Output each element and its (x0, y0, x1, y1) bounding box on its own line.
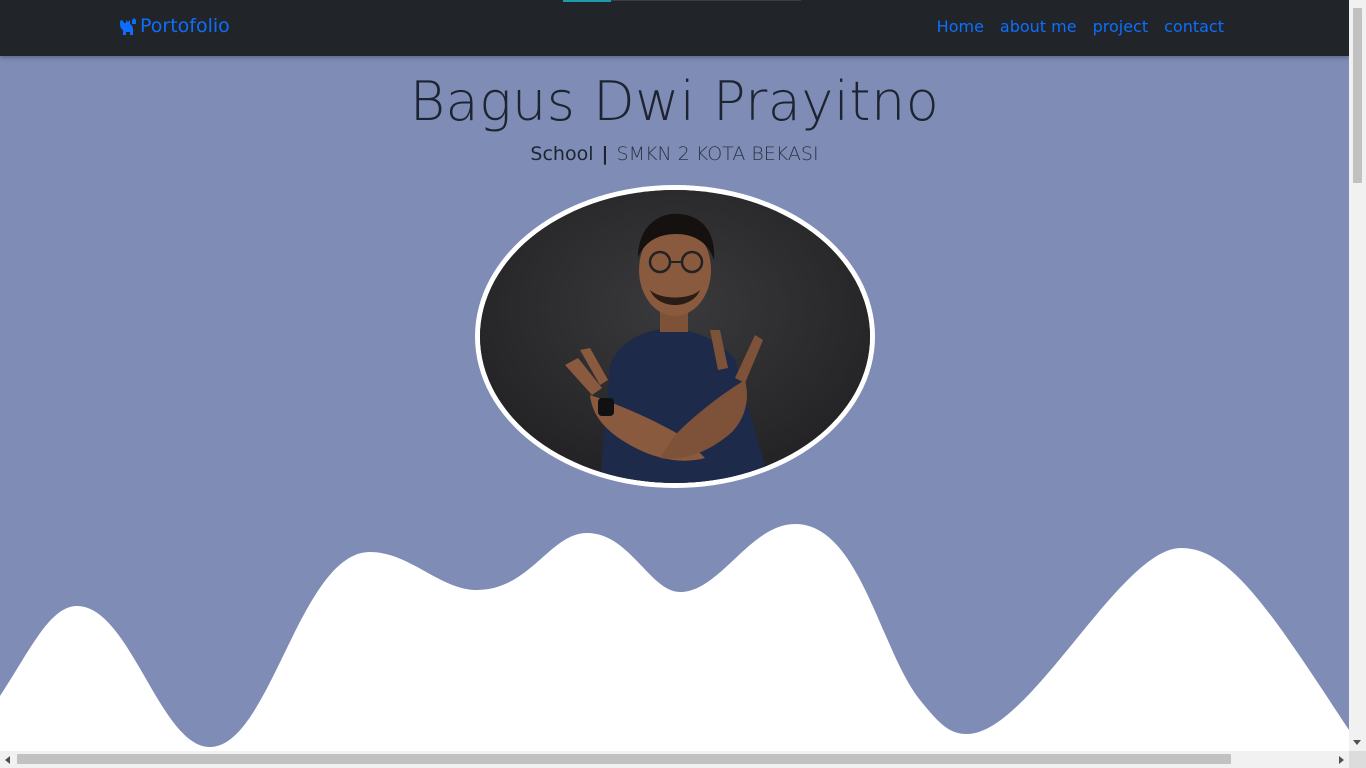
nav-project[interactable]: project (1093, 17, 1149, 36)
navbar: Portofolio Home about me project contact (0, 0, 1349, 56)
profile-photo-frame (475, 185, 875, 488)
page: Portofolio Home about me project contact… (0, 0, 1349, 751)
horizontal-scrollbar[interactable] (0, 751, 1349, 768)
subtitle-value: SMKN 2 KOTA BEKASI (616, 143, 819, 165)
cat-icon (117, 15, 139, 37)
vertical-scrollbar[interactable] (1349, 0, 1366, 751)
nav-home[interactable]: Home (937, 17, 984, 36)
profile-photo (480, 190, 870, 483)
scroll-left-arrow-icon[interactable] (5, 756, 10, 764)
scroll-down-arrow-icon[interactable] (1353, 740, 1361, 745)
nav-links: Home about me project contact (937, 17, 1224, 36)
subtitle-label: School (530, 143, 594, 165)
loading-progress-track (611, 0, 801, 1)
navbar-brand[interactable]: Portofolio (117, 15, 230, 37)
brand-label: Portofolio (140, 15, 230, 37)
scrollbar-corner (1349, 751, 1366, 768)
nav-contact[interactable]: contact (1164, 17, 1224, 36)
scroll-right-arrow-icon[interactable] (1339, 756, 1344, 764)
vertical-scrollbar-thumb[interactable] (1353, 8, 1362, 183)
hero-subtitle: School | SMKN 2 KOTA BEKASI (0, 143, 1349, 165)
nav-about-me[interactable]: about me (1000, 17, 1077, 36)
loading-progress-bar (563, 0, 611, 2)
subtitle-separator: | (601, 143, 609, 165)
horizontal-scrollbar-thumb[interactable] (17, 754, 1231, 764)
decorative-wave (0, 524, 1349, 751)
hero-title: Bagus Dwi Prayitno (409, 70, 940, 133)
